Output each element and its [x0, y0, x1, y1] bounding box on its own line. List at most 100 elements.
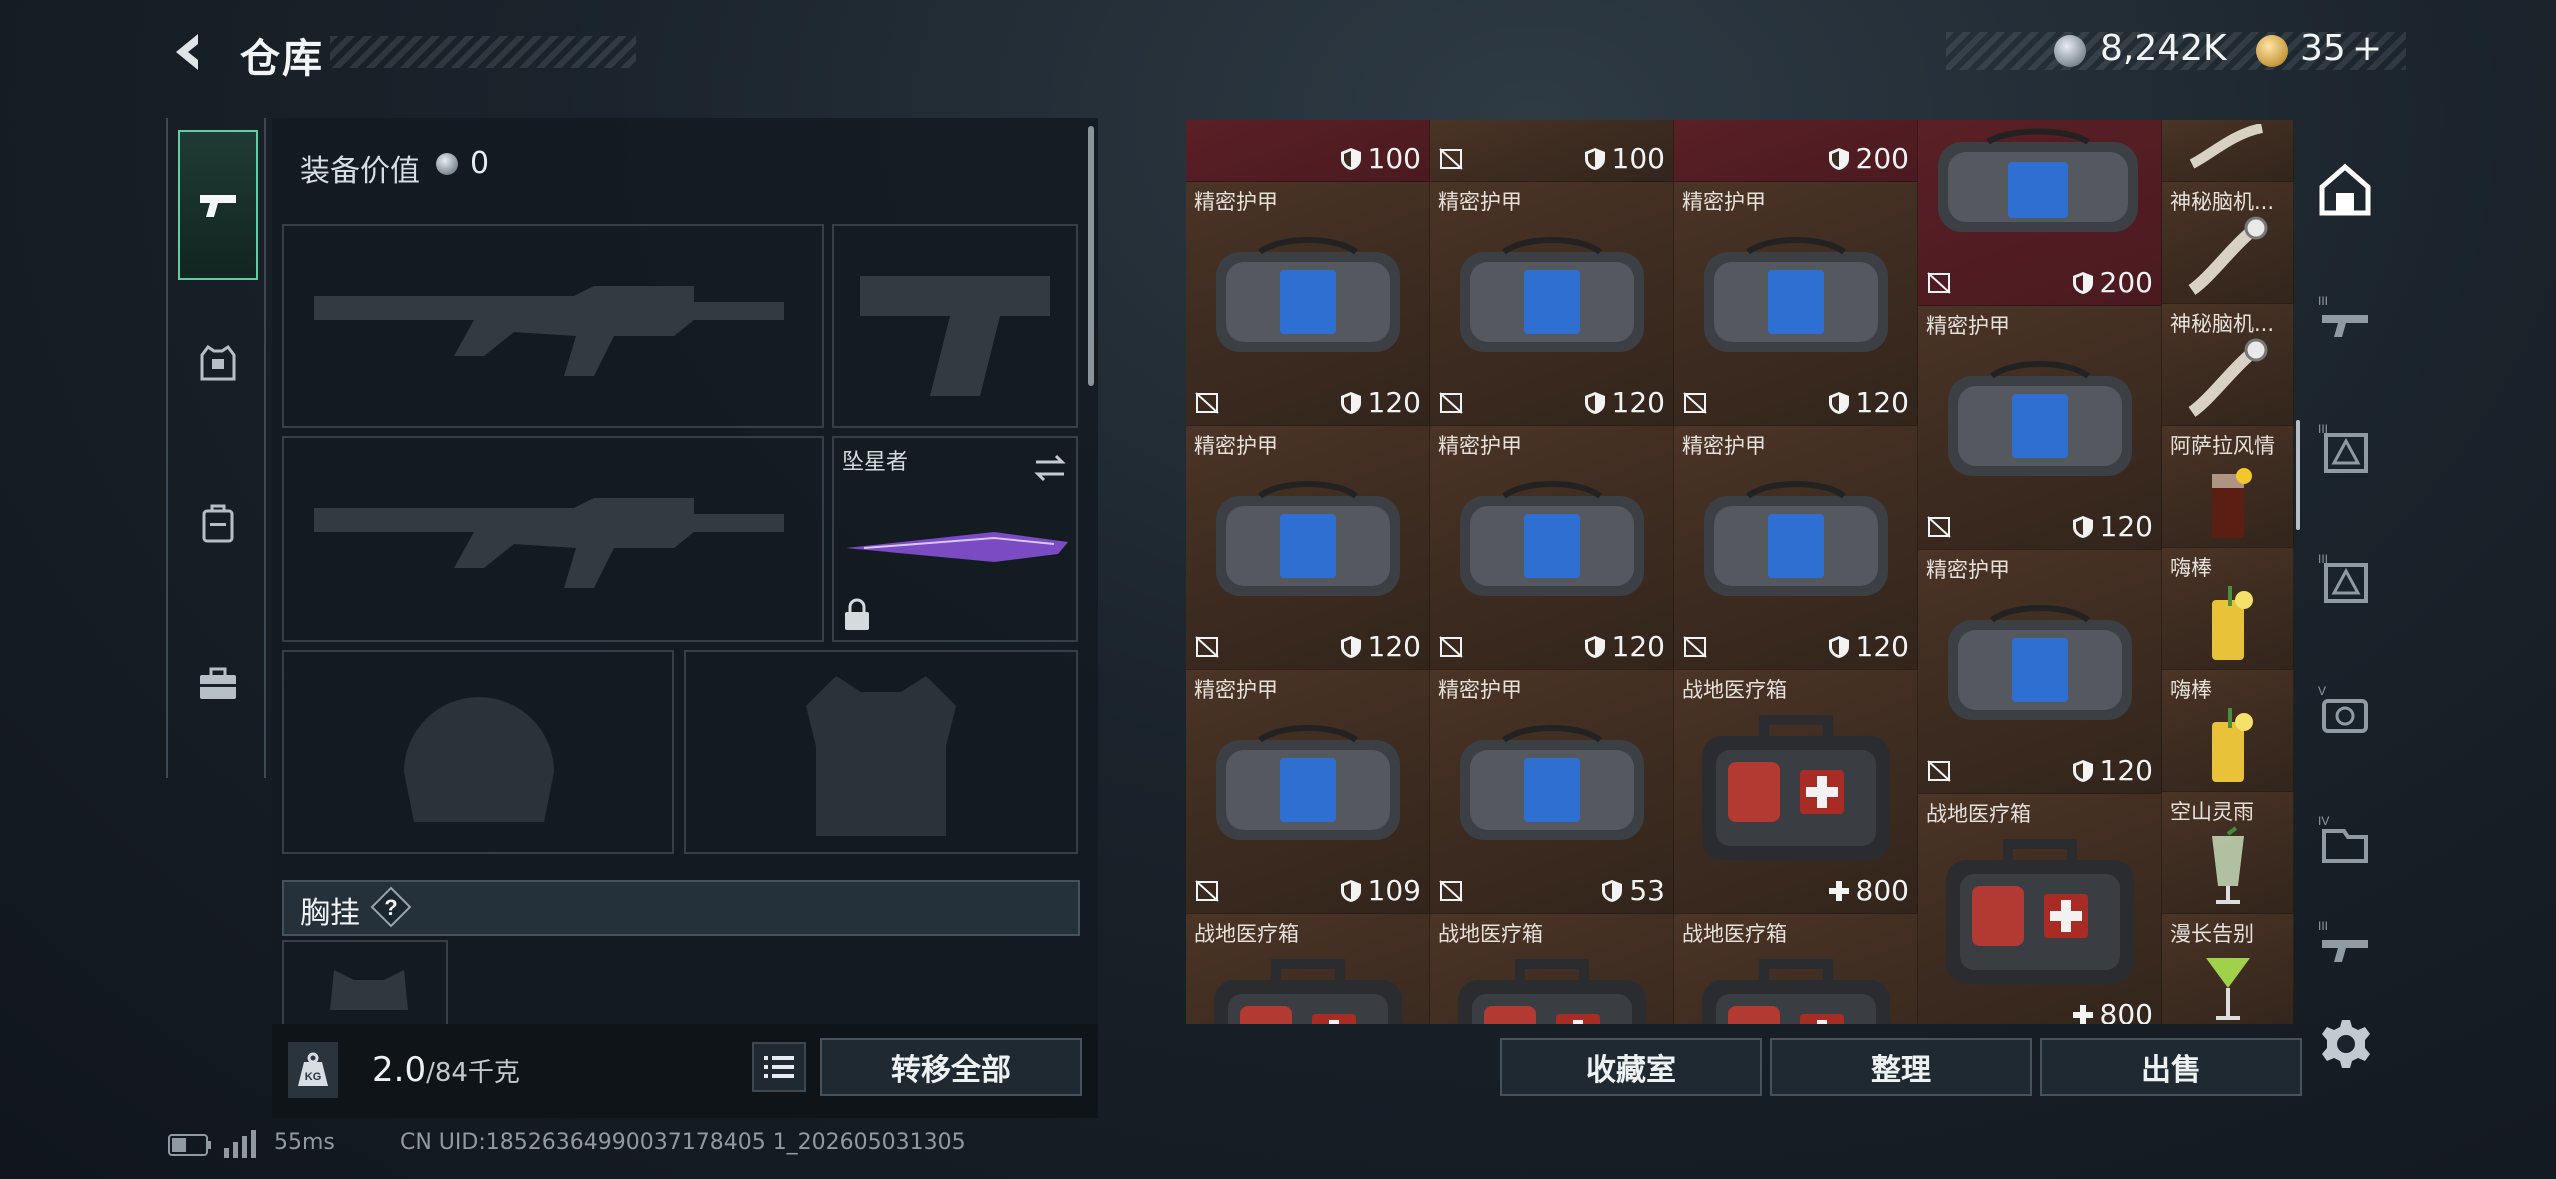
- inventory-cell[interactable]: 200: [1918, 120, 2162, 306]
- inventory-cell-small[interactable]: 漫长告别: [2162, 914, 2294, 1024]
- inventory-cell[interactable]: 战地医疗箱: [1674, 914, 1918, 1024]
- list-icon: [764, 1056, 794, 1078]
- gear-icon[interactable]: [2320, 1018, 2372, 1070]
- no-insure-icon: [1195, 636, 1219, 658]
- inventory-cell-small[interactable]: 嗨棒: [2162, 548, 2294, 670]
- item-name: 嗨棒: [2170, 678, 2212, 702]
- transfer-all-button[interactable]: 转移全部: [820, 1038, 1082, 1096]
- inventory-cell[interactable]: 战地医疗箱: [1186, 914, 1430, 1024]
- inventory-cell[interactable]: 精密护甲 120: [1186, 426, 1430, 670]
- inventory-cell[interactable]: 100: [1186, 120, 1430, 182]
- shield-icon: [1340, 391, 1361, 414]
- armor-bag-icon: [1216, 481, 1400, 596]
- inventory-cell[interactable]: 200: [1674, 120, 1918, 182]
- inventory-cell[interactable]: 精密护甲 120: [1918, 306, 2162, 550]
- armor-bag-icon: [1704, 237, 1888, 352]
- list-view-button[interactable]: [752, 1042, 806, 1092]
- inventory-cell[interactable]: 100: [1430, 120, 1674, 182]
- no-insure-icon: [1439, 392, 1463, 414]
- rifle-silhouette-icon: [314, 286, 784, 376]
- pistol-icon: [200, 195, 236, 217]
- tier-3-gun-icon: III: [2318, 920, 2368, 962]
- secondary-primary-slot[interactable]: [282, 436, 824, 642]
- filter-tier-4[interactable]: IV: [2310, 790, 2380, 890]
- first-aid-kit-icon: [1946, 839, 2134, 984]
- tab-weapons[interactable]: [178, 130, 258, 280]
- backpack-icon: [202, 504, 234, 543]
- collection-room-button[interactable]: 收藏室: [1500, 1038, 1762, 1096]
- item-value: 120: [2072, 510, 2153, 543]
- add-gold-button[interactable]: +: [2352, 28, 2382, 69]
- inventory-cell[interactable]: 精密护甲 120: [1674, 182, 1918, 426]
- primary-weapon-slot[interactable]: [282, 224, 824, 428]
- cocktail-glass-icon: [2212, 468, 2252, 538]
- loadout-scrollbar[interactable]: [1088, 126, 1094, 386]
- inventory-cell[interactable]: 战地医疗箱: [1430, 914, 1674, 1024]
- inventory-cell[interactable]: 精密护甲 53: [1430, 670, 1674, 914]
- shield-icon: [1828, 147, 1849, 170]
- shield-icon: [1828, 391, 1849, 414]
- item-name: 战地医疗箱: [1926, 802, 2031, 826]
- filter-all[interactable]: [2310, 140, 2380, 240]
- filter-tier-3-armor[interactable]: III: [2310, 398, 2380, 498]
- inventory-cell[interactable]: 精密护甲 120: [1430, 182, 1674, 426]
- body-armor-slot[interactable]: [684, 650, 1078, 854]
- help-icon[interactable]: ?: [370, 886, 412, 928]
- warehouse-icon: [2319, 163, 2371, 216]
- item-name: 精密护甲: [1438, 434, 1522, 458]
- item-value: 53: [1601, 874, 1665, 907]
- inventory-cell[interactable]: 精密护甲 120: [1430, 426, 1674, 670]
- inventory-cell-small[interactable]: [2162, 120, 2294, 182]
- weight-current: 2.0: [372, 1050, 427, 1090]
- inventory-grid: 100 100 200 精密护甲 120 精密护甲 120 精密护甲 120 精密护甲 120…: [1186, 120, 2294, 1024]
- item-value: 109: [1340, 874, 1421, 907]
- swap-icon[interactable]: [1030, 448, 1070, 488]
- melee-slot[interactable]: 坠星者: [832, 436, 1078, 642]
- item-value: 120: [1340, 630, 1421, 663]
- chest-rig-slot[interactable]: [282, 940, 448, 1030]
- filter-tier-3-equipment[interactable]: III: [2310, 528, 2380, 628]
- inventory-cell[interactable]: 精密护甲 120: [1186, 182, 1430, 426]
- inventory-cell-small[interactable]: 嗨棒: [2162, 670, 2294, 792]
- tier-5-camera-icon: V: [2318, 684, 2368, 733]
- inventory-cell[interactable]: 精密护甲 120: [1918, 550, 2162, 794]
- inventory-cell-small[interactable]: 神秘脑机...: [2162, 182, 2294, 304]
- item-name: 阿萨拉风情: [2170, 434, 2275, 458]
- item-name: 精密护甲: [1194, 190, 1278, 214]
- first-aid-kit-icon: [1458, 959, 1646, 1024]
- inventory-cell-small[interactable]: 神秘脑机...: [2162, 304, 2294, 426]
- item-value: 200: [2072, 266, 2153, 299]
- armor-bag-icon: [1460, 725, 1644, 840]
- inventory-cell[interactable]: 精密护甲 109: [1186, 670, 1430, 914]
- item-value: 800: [2072, 998, 2153, 1024]
- tab-backpack[interactable]: [178, 448, 258, 598]
- armor-bag-icon: [1460, 481, 1644, 596]
- category-tabs: [166, 118, 266, 778]
- first-aid-kit-icon: [1214, 959, 1402, 1024]
- filter-tier-3-weapons[interactable]: III: [2310, 270, 2380, 370]
- helmet-slot[interactable]: [282, 650, 674, 854]
- shield-icon: [1602, 879, 1623, 902]
- sell-button[interactable]: 出售: [2040, 1038, 2302, 1096]
- item-value: 120: [1828, 630, 1909, 663]
- no-insure-icon: [1439, 880, 1463, 902]
- secondary-weapon-slot[interactable]: [832, 224, 1078, 428]
- item-value: 120: [1828, 386, 1909, 419]
- inventory-cell[interactable]: 战地医疗箱 800: [1918, 794, 2162, 1024]
- martini-glass-icon: [2206, 958, 2250, 1020]
- sort-button[interactable]: 整理: [1770, 1038, 2032, 1096]
- filter-tier-5[interactable]: V: [2310, 660, 2380, 760]
- item-name: 空山灵雨: [2170, 800, 2254, 824]
- inventory-cell[interactable]: 战地医疗箱 800: [1674, 670, 1918, 914]
- silver-amount: 8,242K: [2100, 28, 2227, 69]
- tier-3-triangle-icon: III: [2318, 552, 2368, 603]
- item-name: 神秘脑机...: [2170, 190, 2275, 214]
- tab-armor[interactable]: [178, 288, 258, 438]
- back-arrow-icon[interactable]: [168, 30, 212, 74]
- filter-tier-3-more[interactable]: III: [2310, 920, 2380, 970]
- inventory-cell-small[interactable]: 阿萨拉风情: [2162, 426, 2294, 548]
- tab-medkit[interactable]: [178, 608, 258, 758]
- inventory-cell-small[interactable]: 空山灵雨: [2162, 792, 2294, 914]
- vest-silhouette-icon: [806, 676, 956, 836]
- inventory-cell[interactable]: 精密护甲 120: [1674, 426, 1918, 670]
